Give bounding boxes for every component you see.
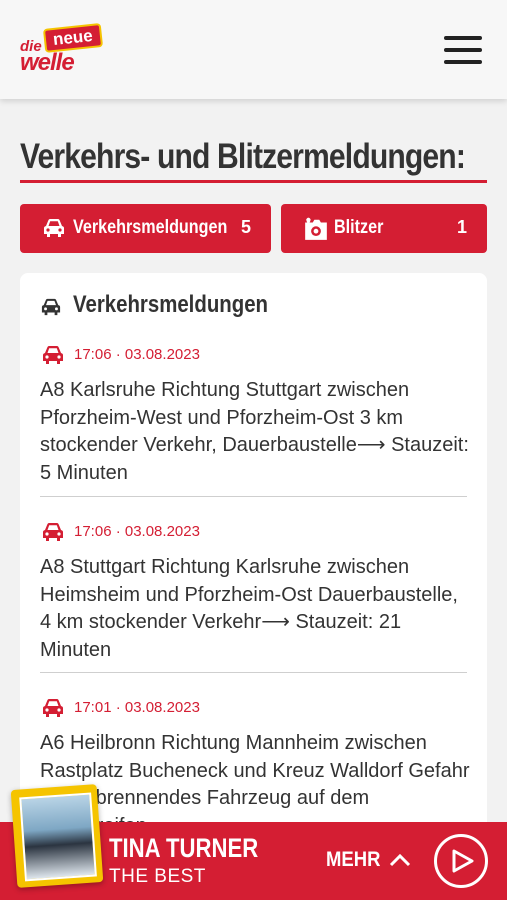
message-timestamp: 17:06 · 03.08.2023 <box>74 523 200 540</box>
album-cover[interactable] <box>10 784 104 888</box>
album-cover-image <box>19 792 97 882</box>
divider <box>40 672 467 673</box>
more-button[interactable]: MEHR <box>326 848 380 872</box>
message-timestamp: 17:06 · 03.08.2023 <box>74 346 200 363</box>
site-header: neue die welle <box>0 0 507 99</box>
tab-verkehrsmeldungen-count: 5 <box>240 217 251 237</box>
now-playing-song: THE BEST <box>109 866 206 887</box>
chevron-up-icon[interactable] <box>388 850 412 870</box>
tab-verkehrsmeldungen-label: Verkehrsmeldungen <box>73 217 228 238</box>
tab-blitzer[interactable]: Blitzer 1 <box>281 204 487 253</box>
logo-welle: welle <box>20 49 75 76</box>
now-playing-artist: TINA TURNER <box>109 833 259 863</box>
divider <box>40 496 467 497</box>
play-button[interactable] <box>434 834 488 888</box>
card-title: Verkehrsmeldungen <box>73 291 269 318</box>
tab-blitzer-label: Blitzer <box>334 217 384 238</box>
message-text: A8 Stuttgart Richtung Karlsruhe zwischen… <box>40 556 458 661</box>
tab-verkehrsmeldungen[interactable]: Verkehrsmeldungen 5 <box>20 204 271 253</box>
tab-blitzer-count: 1 <box>456 217 467 237</box>
page-title: Verkehrs- und Blitzermeldungen: <box>20 137 466 176</box>
die-neue-welle-logo[interactable]: neue die welle <box>18 23 103 76</box>
play-icon <box>452 849 474 873</box>
message-timestamp: 17:01 · 03.08.2023 <box>74 699 200 716</box>
car-icon <box>43 346 63 364</box>
speed-camera-location-icon <box>305 217 327 240</box>
message-text: A8 Karlsruhe Richtung Stuttgart zwischen… <box>40 379 469 484</box>
car-icon <box>43 523 63 541</box>
car-icon <box>43 699 63 717</box>
car-icon <box>41 298 61 316</box>
hamburger-menu-icon[interactable] <box>444 36 482 64</box>
title-underline <box>20 180 487 183</box>
car-icon <box>44 219 64 237</box>
